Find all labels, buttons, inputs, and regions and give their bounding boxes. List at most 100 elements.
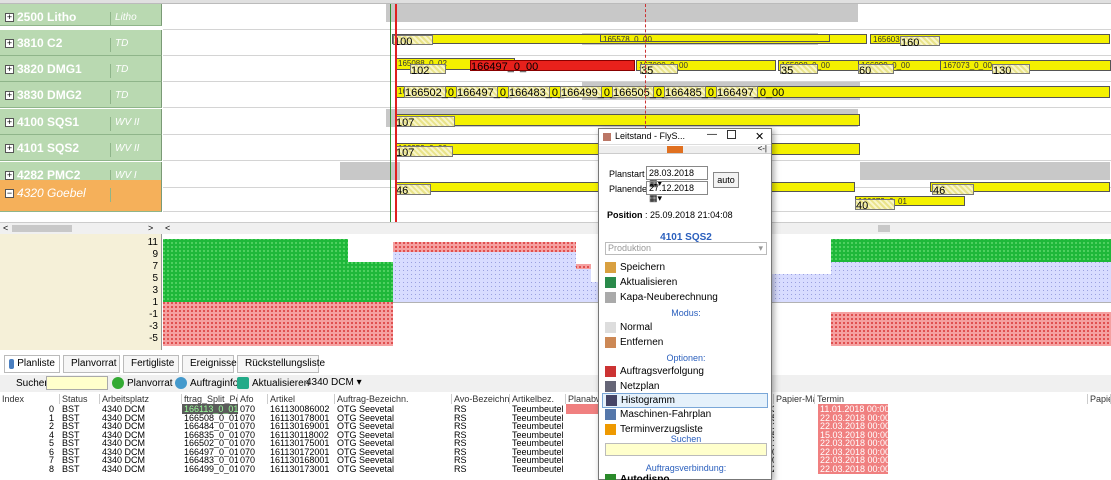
order-bar[interactable]: 100 (393, 35, 433, 48)
histogram-axis-panel (0, 234, 162, 350)
table-cell: 070 (240, 463, 256, 474)
scroll-left-icon-2[interactable]: < (165, 223, 170, 233)
order-bar[interactable]: 60 (858, 64, 894, 77)
resource-row[interactable]: +3810 C2 TD (0, 30, 162, 56)
order-bar[interactable]: 107 (395, 146, 453, 159)
minimize-icon[interactable]: — (707, 129, 717, 140)
table-row[interactable]: 8 BST 4340 DCM 166499_0_01 070 161130173001 OT… (0, 463, 1111, 474)
resource-row[interactable]: +4101 SQS2 WV II (0, 135, 162, 161)
workplace-select[interactable]: 4340 DCM ▾ (306, 377, 362, 388)
resource-row[interactable]: +4100 SQS1 WV II (0, 109, 162, 135)
auftraginfo-button[interactable]: Auftraginfo (175, 377, 238, 389)
expand-icon[interactable]: + (5, 171, 14, 180)
order-bar[interactable]: 160 (900, 36, 940, 49)
search-input[interactable] (46, 376, 108, 390)
cursor-line (645, 4, 646, 134)
order-bar[interactable]: 166485_0_00 (664, 86, 732, 99)
order-bar-late[interactable]: 166497_0_00 (470, 60, 635, 73)
order-bar[interactable]: 35 (780, 64, 818, 77)
expand-icon[interactable]: + (5, 39, 14, 48)
tab-ereignisse[interactable]: Ereignisse (182, 355, 237, 373)
tab-rückstellungsliste[interactable]: Rückstellungsliste (237, 355, 325, 373)
order-bar[interactable]: 166502_0_00 (404, 86, 472, 99)
load-area (348, 302, 393, 346)
popup-search-field[interactable] (605, 443, 767, 456)
order-label: 35 (641, 65, 654, 77)
column-header[interactable]: Avo-Bezeichn. (452, 394, 510, 404)
popup-menu-item[interactable]: Autodispo (605, 474, 669, 480)
column-header[interactable]: Papier- (1088, 394, 1111, 404)
order-bar[interactable]: 102 (410, 64, 446, 77)
order-bar[interactable]: 166505_0_00 (612, 86, 680, 99)
expand-icon[interactable]: + (5, 118, 14, 127)
expand-icon[interactable]: − (5, 189, 14, 198)
column-header[interactable]: Artikel (268, 394, 335, 404)
popup-menu-item[interactable]: Entfernen (605, 337, 663, 348)
popup-title: Leitstand - FlyS... (615, 131, 686, 141)
close-icon[interactable]: ✕ (755, 130, 764, 143)
planvorrat-button[interactable]: Planvorrat (112, 377, 173, 389)
order-bar[interactable]: 165578_0_00 (600, 34, 830, 42)
table-cell: 22.03.2018 00:00:00 (818, 463, 888, 474)
resource-row[interactable]: +3830 DMG2 TD (0, 82, 162, 108)
resource-name: 4101 SQS2 (17, 141, 80, 155)
column-header[interactable]: Index (0, 394, 60, 404)
popup-titlebar[interactable]: Leitstand - FlyS... — ✕ (599, 129, 771, 145)
network-icon (605, 381, 616, 392)
order-label: 107 (396, 117, 415, 129)
aktualisieren-button[interactable]: Aktualisieren (237, 377, 309, 389)
arrow-right-icon (112, 377, 124, 389)
tab-planvorrat[interactable]: Planvorrat (63, 355, 120, 373)
column-header[interactable]: Artikelbez. (510, 394, 566, 404)
collapse-button[interactable]: <-| (758, 144, 767, 153)
popup-menu-item[interactable]: Kapa-Neuberechnung (605, 292, 718, 303)
toolbar: Suchen Planvorrat Auftraginfo Aktualisie… (0, 375, 1111, 392)
column-header[interactable]: Status (60, 394, 100, 404)
tab-planliste[interactable]: Planliste (4, 355, 60, 373)
expand-icon[interactable]: + (5, 144, 14, 153)
popup-menu-item[interactable]: Histogramm (602, 393, 768, 408)
order-bar[interactable]: 166483_0_00 (508, 86, 576, 99)
resource-row[interactable]: +2500 Litho Litho (0, 4, 162, 26)
column-header[interactable]: Termin (815, 394, 1088, 404)
maximize-icon[interactable] (727, 130, 736, 139)
popup-menu-item[interactable]: Speichern (605, 262, 665, 273)
order-bar[interactable]: 130 (992, 64, 1030, 77)
order-bar[interactable]: 46 (932, 184, 974, 197)
resource-row[interactable]: +3820 DMG1 TD (0, 56, 162, 82)
resource-row[interactable]: −4320 Goebel (0, 180, 162, 212)
tab-fertigliste[interactable]: Fertigliste (123, 355, 179, 373)
resource-name: 4320 Goebel (17, 186, 86, 200)
popup-menu-item[interactable]: Auftragsverfolgung (605, 366, 704, 377)
order-bar[interactable]: 166800_0_00 (395, 114, 860, 126)
horizontal-scrollbar[interactable]: < > < (0, 222, 1111, 234)
scroll-left-icon[interactable]: < (3, 223, 8, 233)
popup-menu-item[interactable]: Netzplan (605, 381, 659, 392)
auto-button[interactable]: auto (713, 172, 739, 188)
overload-area (393, 242, 576, 252)
planende-date-field[interactable]: 27.12.2018 ▦▾ (646, 181, 708, 203)
scroll-thumb[interactable] (12, 225, 72, 232)
scroll-thumb-2[interactable] (878, 225, 890, 232)
column-header[interactable]: ftrag_Split_Posit (182, 394, 238, 404)
expand-icon[interactable]: + (5, 65, 14, 74)
popup-menu-item[interactable]: Normal (605, 322, 652, 333)
column-header[interactable]: Auftrag-Bezeichn. (335, 394, 452, 404)
popup-menu-item[interactable]: Maschinen-Fahrplan (605, 409, 711, 420)
order-bar[interactable]: 166499_0_00 (560, 86, 628, 99)
order-bar[interactable]: 107 (395, 116, 455, 129)
order-bar[interactable]: 46 (395, 184, 431, 197)
scroll-right-icon[interactable]: > (148, 223, 153, 233)
order-bar[interactable]: 166497_0_00 (456, 86, 524, 99)
calendar-icon: ▦▾ (649, 193, 663, 203)
mode-dropdown[interactable]: Produktion ▾ (605, 242, 767, 255)
expand-icon[interactable]: + (5, 13, 14, 22)
planstart-date-field[interactable]: 28.03.2018 ▦▾ (646, 166, 708, 188)
column-header[interactable]: Arbeitsplatz (100, 394, 182, 404)
expand-icon[interactable]: + (5, 91, 14, 100)
popup-menu-item[interactable]: Aktualisieren (605, 277, 677, 288)
order-bar[interactable]: 40 (855, 199, 895, 212)
column-header[interactable]: Papier-MatNr (774, 394, 815, 404)
order-bar[interactable]: 166497_0_00 (716, 86, 784, 99)
column-header[interactable]: Afo (238, 394, 268, 404)
